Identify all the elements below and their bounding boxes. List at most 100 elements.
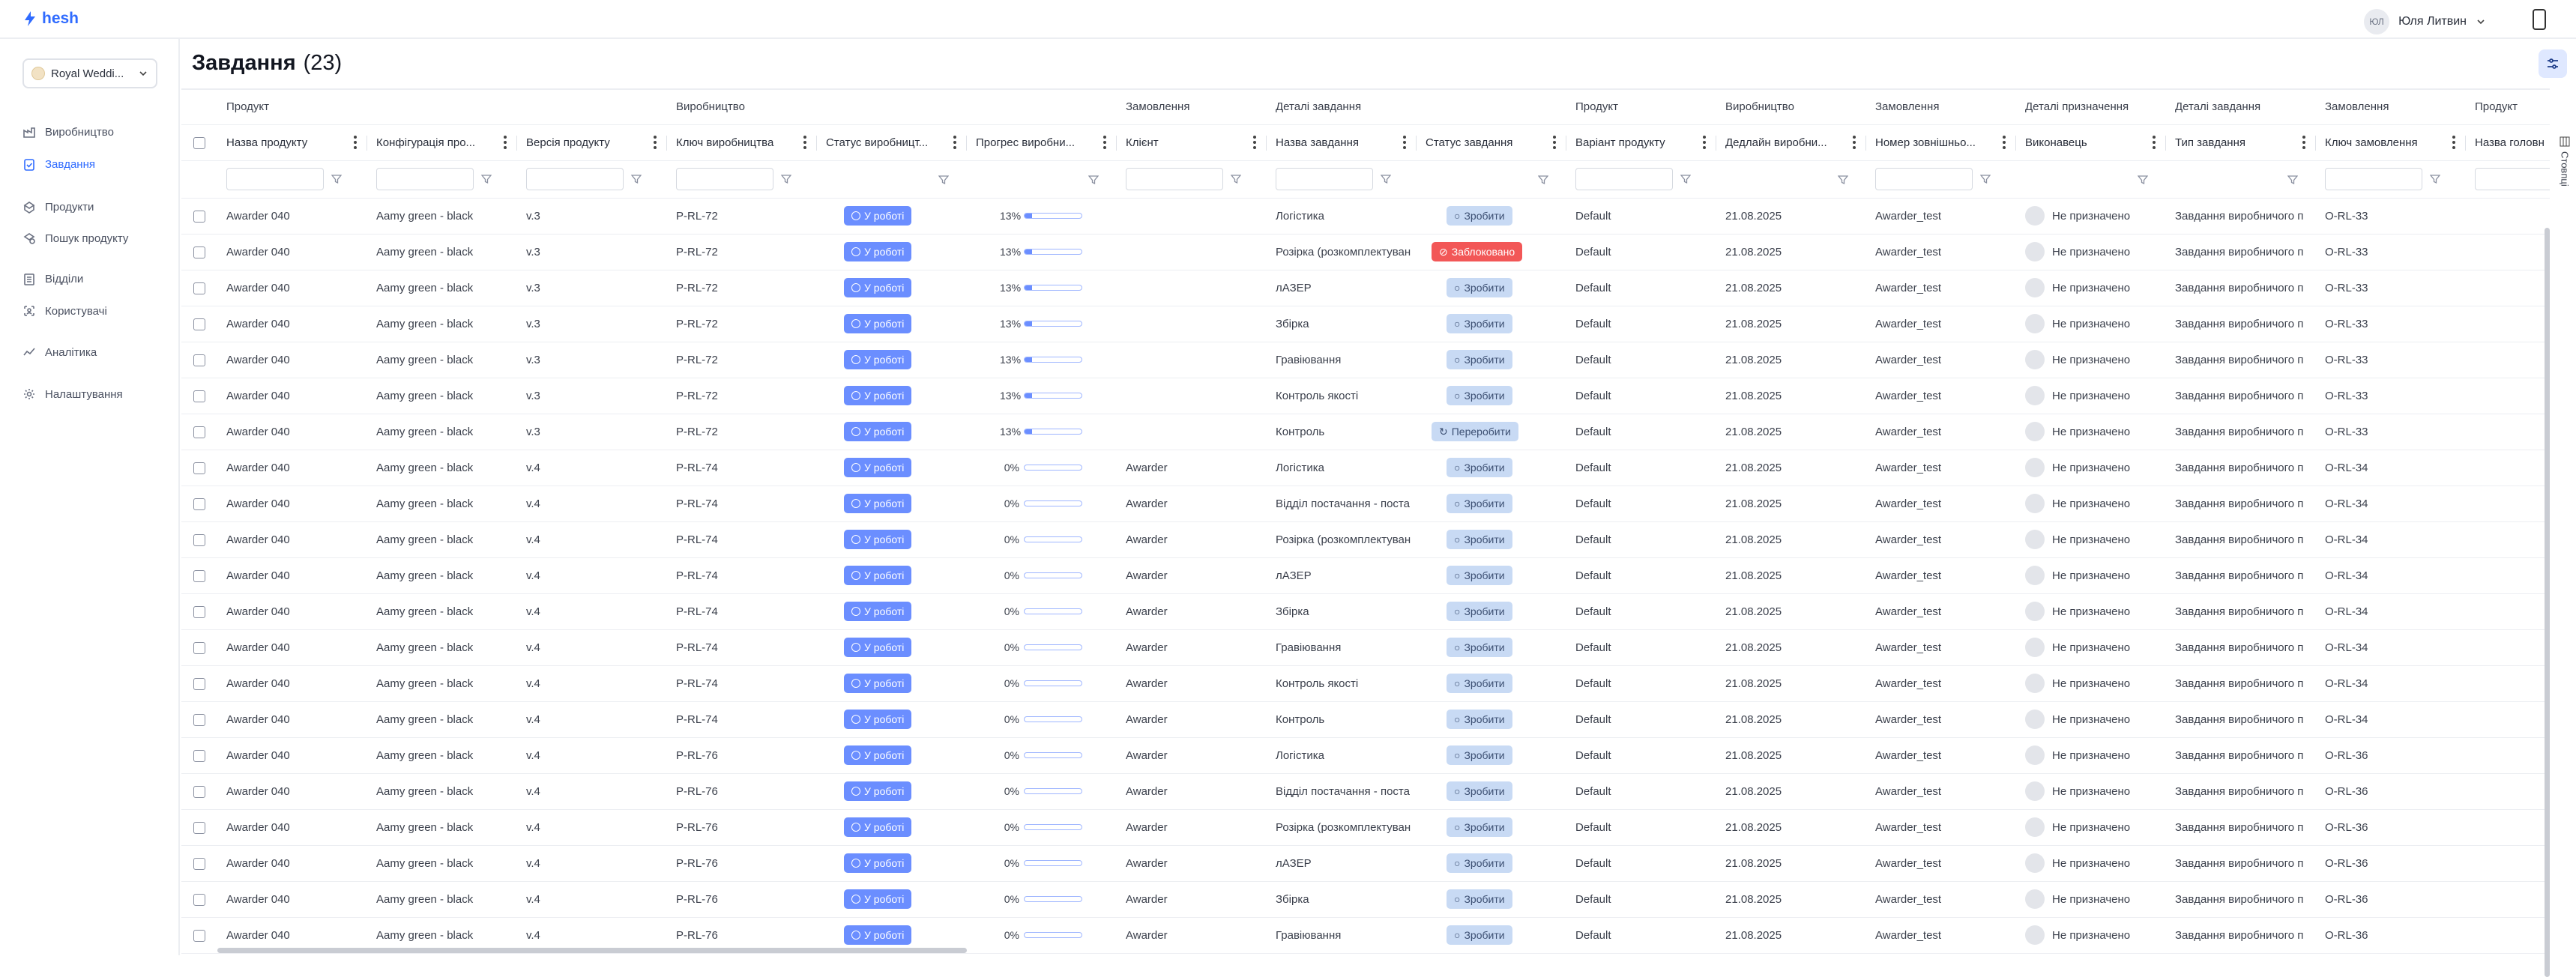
column-menu-icon[interactable] (1703, 135, 1706, 149)
row-checkbox[interactable] (181, 270, 217, 306)
column-header[interactable]: Номер зовнішньо... (1866, 124, 2016, 161)
production-status-badge[interactable]: У роботі (844, 638, 912, 657)
table-row[interactable]: Awarder 040 Aamy green - black v.4 P-RL-74 У… (181, 629, 2550, 666)
filter-input[interactable] (2325, 168, 2422, 190)
column-header[interactable]: Варіант продукту (1566, 124, 1716, 161)
table-row[interactable]: Awarder 040 Aamy green - black v.4 P-RL-74 У… (181, 665, 2550, 702)
task-status-badge[interactable]: ○ Зробити (1447, 386, 1512, 405)
filter-icon[interactable] (481, 174, 492, 184)
filter-icon[interactable] (1980, 174, 1991, 184)
select-all-checkbox[interactable] (181, 124, 217, 161)
production-status-badge[interactable]: У роботі (844, 781, 912, 801)
table-row[interactable]: Awarder 040 Aamy green - black v.3 P-RL-72 У… (181, 234, 2550, 270)
task-status-badge[interactable]: ○ Зробити (1447, 853, 1512, 873)
sidebar-item-4[interactable]: Відділи (22, 268, 83, 289)
filter-input[interactable] (1126, 168, 1223, 190)
column-menu-icon[interactable] (803, 135, 806, 149)
filter-icon[interactable] (1838, 175, 1848, 185)
table-row[interactable]: Awarder 040 Aamy green - black v.4 P-RL-74 У… (181, 557, 2550, 594)
column-menu-icon[interactable] (1103, 135, 1106, 149)
task-status-badge[interactable]: ○ Зробити (1447, 566, 1512, 585)
production-status-badge[interactable]: У роботі (844, 817, 912, 837)
row-checkbox[interactable] (181, 450, 217, 486)
row-checkbox[interactable] (181, 378, 217, 414)
table-row[interactable]: Awarder 040 Aamy green - black v.3 P-RL-72 У… (181, 414, 2550, 450)
production-status-badge[interactable]: У роботі (844, 602, 912, 621)
production-status-badge[interactable]: У роботі (844, 889, 912, 909)
column-menu-icon[interactable] (2003, 135, 2006, 149)
production-status-badge[interactable]: У роботі (844, 745, 912, 765)
production-status-badge[interactable]: У роботі (844, 925, 912, 945)
filter-icon[interactable] (331, 174, 342, 184)
column-menu-icon[interactable] (1253, 135, 1256, 149)
filter-input[interactable] (226, 168, 324, 190)
task-status-badge[interactable]: ○ Зробити (1447, 602, 1512, 621)
workspace-selector[interactable]: Royal Weddi... (22, 58, 157, 88)
user-menu[interactable]: ЮЛ Юля Литвин (2364, 9, 2486, 34)
sidebar-item-0[interactable]: Виробництво (22, 121, 114, 142)
table-row[interactable]: Awarder 040 Aamy green - black v.4 P-RL-74 У… (181, 521, 2550, 558)
row-checkbox[interactable] (181, 629, 217, 666)
table-row[interactable]: Awarder 040 Aamy green - black v.4 P-RL-74 У… (181, 486, 2550, 522)
row-checkbox[interactable] (181, 306, 217, 342)
table-row[interactable]: Awarder 040 Aamy green - black v.4 P-RL-74 У… (181, 450, 2550, 486)
row-checkbox[interactable] (181, 809, 217, 846)
filter-icon[interactable] (631, 174, 642, 184)
task-status-badge[interactable]: ○ Зробити (1447, 925, 1512, 945)
column-header[interactable]: Версія продукту (517, 124, 667, 161)
column-menu-icon[interactable] (654, 135, 657, 149)
filter-icon[interactable] (2430, 174, 2440, 184)
column-menu-icon[interactable] (1403, 135, 1406, 149)
column-header[interactable]: Статус завдання (1417, 124, 1566, 161)
column-header[interactable]: Назва головн (2466, 124, 2550, 161)
sidebar-item-5[interactable]: Користувачі (22, 300, 107, 321)
row-checkbox[interactable] (181, 342, 217, 378)
row-checkbox[interactable] (181, 773, 217, 810)
table-row[interactable]: Awarder 040 Aamy green - black v.4 P-RL-76 У… (181, 773, 2550, 810)
row-checkbox[interactable] (181, 701, 217, 738)
production-status-badge[interactable]: У роботі (844, 350, 912, 369)
column-menu-icon[interactable] (1553, 135, 1556, 149)
production-status-badge[interactable]: У роботі (844, 458, 912, 477)
filter-input[interactable] (376, 168, 474, 190)
column-header[interactable]: Ключ замовлення (2316, 124, 2466, 161)
filter-input[interactable] (1575, 168, 1673, 190)
mobile-device-icon[interactable] (2533, 9, 2546, 30)
row-checkbox[interactable] (181, 414, 217, 450)
task-status-badge[interactable]: ○ Зробити (1447, 817, 1512, 837)
sidebar-item-7[interactable]: Налаштування (22, 384, 123, 405)
table-row[interactable]: Awarder 040 Aamy green - black v.3 P-RL-72 У… (181, 198, 2550, 235)
row-checkbox[interactable] (181, 593, 217, 630)
column-menu-icon[interactable] (504, 135, 507, 149)
task-status-badge[interactable]: ○ Зробити (1447, 278, 1512, 297)
filter-input[interactable] (1875, 168, 1973, 190)
production-status-badge[interactable]: У роботі (844, 710, 912, 729)
sidebar-item-1[interactable]: Завдання (22, 154, 95, 175)
filter-icon[interactable] (938, 175, 949, 185)
row-checkbox[interactable] (181, 737, 217, 774)
task-status-badge[interactable]: ○ Зробити (1447, 638, 1512, 657)
filter-icon[interactable] (1680, 174, 1691, 184)
filter-icon[interactable] (1088, 175, 1099, 185)
production-status-badge[interactable]: У роботі (844, 206, 912, 226)
task-status-badge[interactable]: ○ Зробити (1447, 206, 1512, 226)
table-row[interactable]: Awarder 040 Aamy green - black v.4 P-RL-76 У… (181, 809, 2550, 846)
column-header[interactable]: Назва завдання (1267, 124, 1417, 161)
task-status-badge[interactable]: ⊘ Заблоковано (1432, 242, 1523, 261)
column-header[interactable]: Прогрес виробни... (967, 124, 1117, 161)
row-checkbox[interactable] (181, 845, 217, 882)
task-status-badge[interactable]: ○ Зробити (1447, 889, 1512, 909)
row-checkbox[interactable] (181, 198, 217, 235)
row-checkbox[interactable] (181, 486, 217, 522)
task-status-badge[interactable]: ○ Зробити (1447, 494, 1512, 513)
row-checkbox[interactable] (181, 881, 217, 918)
task-status-badge[interactable]: ○ Зробити (1447, 350, 1512, 369)
task-status-badge[interactable]: ○ Зробити (1447, 314, 1512, 333)
table-row[interactable]: Awarder 040 Aamy green - black v.4 P-RL-74 У… (181, 701, 2550, 738)
column-header[interactable]: Тип завдання (2166, 124, 2316, 161)
production-status-badge[interactable]: У роботі (844, 422, 912, 441)
task-status-badge[interactable]: ○ Зробити (1447, 710, 1512, 729)
column-menu-icon[interactable] (2302, 135, 2305, 149)
production-status-badge[interactable]: У роботі (844, 530, 912, 549)
filter-icon[interactable] (2287, 175, 2298, 185)
